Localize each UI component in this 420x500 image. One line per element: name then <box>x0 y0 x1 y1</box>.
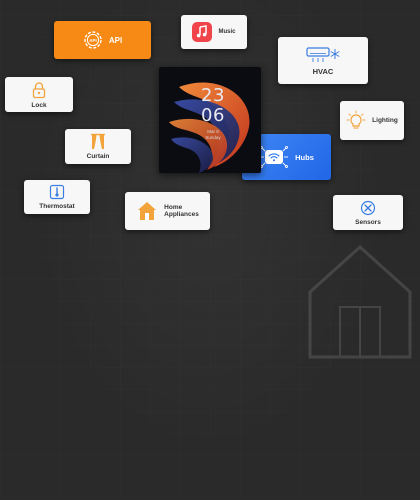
home-appliances-label-line1: Home <box>164 204 183 211</box>
curtain-label: Curtain <box>86 153 110 160</box>
curtain-card[interactable]: Curtain <box>65 129 131 164</box>
sensor-icon <box>360 200 376 216</box>
api-label: API <box>108 35 123 45</box>
hvac-card[interactable]: HVAC <box>278 37 368 84</box>
lighting-card[interactable]: Lighting <box>340 101 404 140</box>
sensors-label: Sensors <box>355 218 381 226</box>
home-appliances-label: Home Appliances <box>164 204 199 218</box>
lock-label: Lock <box>31 101 47 109</box>
music-label: Music <box>218 29 236 35</box>
music-note-icon <box>192 22 213 42</box>
watch-minute: 06 <box>201 105 225 126</box>
lock-icon <box>31 81 47 99</box>
lighting-label: Lighting <box>372 117 398 124</box>
thermostat-card[interactable]: Thermostat <box>24 180 90 214</box>
thermometer-icon <box>49 184 65 200</box>
watch-face[interactable]: 23 06 Mar 8 Sunday <box>159 67 261 173</box>
house-icon <box>136 200 158 222</box>
thermostat-label: Thermostat <box>39 203 75 210</box>
watch-day: Sunday <box>205 135 221 140</box>
watch-date: Mar 8 <box>207 129 219 134</box>
home-appliances-label-line2: Appliances <box>164 211 199 218</box>
air-conditioner-icon <box>306 46 340 64</box>
hubs-label: Hubs <box>295 152 314 162</box>
api-card[interactable]: API API <box>54 21 151 59</box>
home-appliances-card[interactable]: Home Appliances <box>125 192 210 230</box>
api-badge-text: API <box>89 38 97 43</box>
background-house-outline <box>308 244 412 359</box>
lock-card[interactable]: Lock <box>5 77 73 112</box>
music-card[interactable]: Music <box>181 15 247 49</box>
light-bulb-icon <box>346 110 366 132</box>
hvac-label: HVAC <box>312 66 334 76</box>
wifi-hub-icon <box>259 145 289 169</box>
api-gear-icon: API <box>83 30 103 50</box>
watch-hour: 23 <box>201 85 225 106</box>
sensors-card[interactable]: Sensors <box>333 195 403 230</box>
curtain-icon <box>90 133 106 150</box>
